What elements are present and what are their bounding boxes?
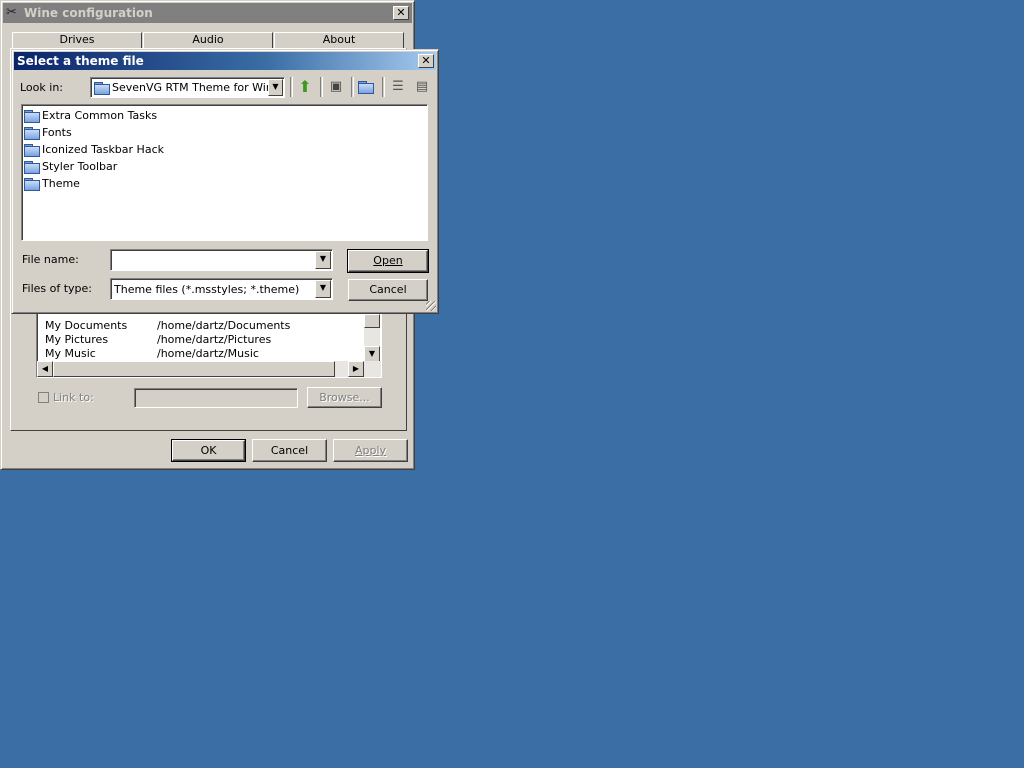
list-item[interactable]: Styler Toolbar: [24, 158, 427, 175]
scroll-right-button[interactable]: ▶: [348, 361, 364, 377]
list-item[interactable]: Extra Common Tasks: [24, 107, 427, 124]
open-button[interactable]: Open: [347, 249, 429, 273]
file-list[interactable]: Extra Common Tasks Fonts Iconized Taskba…: [21, 104, 428, 241]
wine-title-bar[interactable]: ✂ Wine configuration ✕: [3, 3, 412, 23]
desktop-icon[interactable]: ▣: [326, 77, 346, 97]
up-folder-icon[interactable]: ⬆: [295, 77, 315, 97]
toolbar-separator: [382, 77, 385, 97]
wine-app-icon: ✂: [6, 5, 17, 20]
list-item[interactable]: Fonts: [24, 124, 427, 141]
dialog-title-bar[interactable]: Select a theme file ✕: [14, 52, 436, 70]
wine-cancel-button[interactable]: Cancel: [252, 439, 327, 462]
scroll-left-button[interactable]: ◀: [37, 361, 53, 377]
look-in-value: SevenVG RTM Theme for Windows: [112, 81, 268, 94]
look-in-dropdown-arrow[interactable]: ▼: [268, 79, 283, 96]
list-item[interactable]: My Pictures /home/dartz/Pictures: [45, 333, 355, 347]
tab-about[interactable]: About: [274, 32, 404, 49]
look-in-dropdown[interactable]: SevenVG RTM Theme for Windows ▼: [90, 77, 285, 98]
files-of-type-combo[interactable]: Theme files (*.msstyles; *.theme) ▼: [110, 278, 333, 300]
details-view-icon[interactable]: ▤: [412, 77, 432, 97]
toolbar-separator: [290, 77, 293, 97]
files-of-type-value: Theme files (*.msstyles; *.theme): [114, 283, 300, 296]
browse-button[interactable]: Browse...: [307, 387, 382, 408]
look-in-label: Look in:: [20, 81, 63, 94]
scroll-thumb[interactable]: [364, 314, 380, 328]
horizontal-scrollbar[interactable]: ◀ ▶: [37, 361, 381, 377]
wine-window-title: Wine configuration: [24, 6, 153, 20]
folder-icon: [24, 127, 40, 140]
link-to-checkbox[interactable]: [38, 392, 49, 403]
list-item[interactable]: My Music /home/dartz/Music: [45, 347, 355, 361]
list-view-icon[interactable]: ☰: [388, 77, 408, 97]
dialog-title: Select a theme file: [17, 54, 144, 68]
link-to-field[interactable]: [134, 388, 298, 408]
list-item[interactable]: My Documents /home/dartz/Documents: [45, 319, 355, 333]
list-item[interactable]: Theme: [24, 175, 427, 192]
new-folder-icon[interactable]: [357, 77, 377, 97]
scroll-h-thumb[interactable]: [53, 361, 335, 377]
dialog-cancel-button[interactable]: Cancel: [348, 279, 428, 301]
link-to-label: Link to:: [53, 391, 94, 404]
select-theme-dialog: Select a theme file ✕ Look in: SevenVG R…: [11, 49, 439, 314]
folder-icon: [24, 144, 40, 157]
apply-button[interactable]: Apply: [333, 439, 408, 462]
toolbar-separator: [320, 77, 323, 97]
files-of-type-label: Files of type:: [22, 282, 93, 295]
tab-drives[interactable]: Drives: [12, 32, 142, 49]
folder-icon: [24, 178, 40, 191]
list-item[interactable]: Iconized Taskbar Hack: [24, 141, 427, 158]
toolbar-separator: [351, 77, 354, 97]
file-name-combo[interactable]: ▼: [110, 249, 333, 271]
file-name-dropdown-arrow[interactable]: ▼: [315, 251, 331, 269]
ok-button[interactable]: OK: [171, 439, 246, 462]
files-of-type-dropdown-arrow[interactable]: ▼: [315, 280, 331, 298]
file-name-label: File name:: [22, 253, 79, 266]
folder-icon: [24, 161, 40, 174]
scroll-down-button[interactable]: ▼: [364, 346, 380, 362]
folder-icon: [94, 82, 110, 95]
tab-audio[interactable]: Audio: [143, 32, 273, 49]
resize-grip-icon[interactable]: [426, 301, 436, 311]
wine-close-button[interactable]: ✕: [393, 6, 409, 20]
folder-icon: [24, 110, 40, 123]
dialog-close-button[interactable]: ✕: [418, 54, 434, 68]
